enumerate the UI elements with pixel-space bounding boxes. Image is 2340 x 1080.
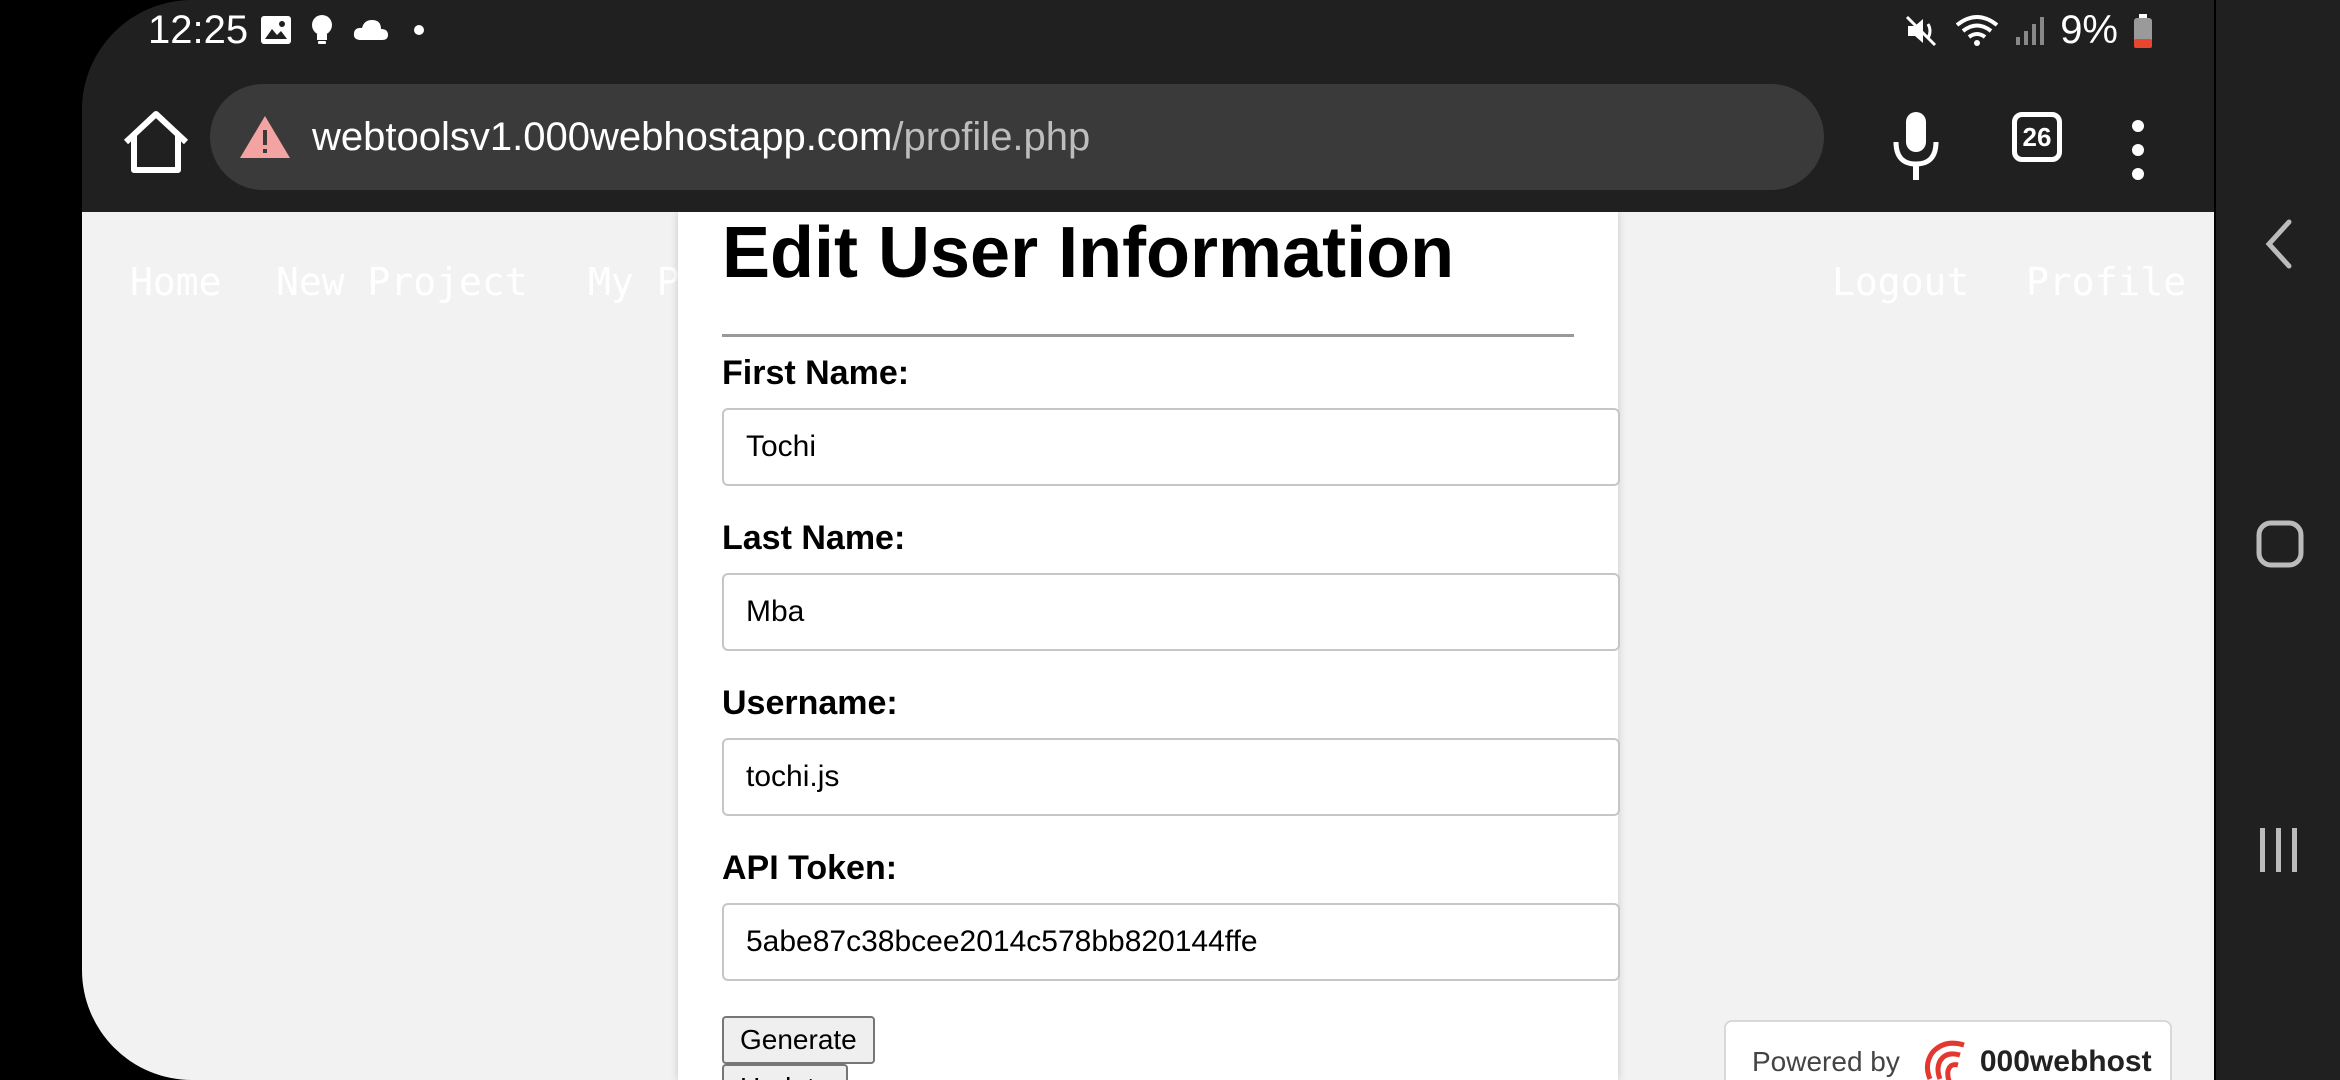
first-name-label: First Name: — [722, 354, 910, 392]
nav-my-projects-link[interactable]: My P — [588, 260, 680, 304]
last-name-label: Last Name: — [722, 519, 906, 557]
address-bar[interactable]: webtoolsv1.000webhostapp.com/profile.php — [210, 84, 1824, 190]
url-domain: webtoolsv1.000webhostapp.com — [312, 114, 893, 159]
image-icon — [261, 16, 291, 44]
cloud-icon — [353, 20, 388, 40]
status-time: 12:25 — [148, 8, 249, 52]
wifi-icon — [1955, 14, 1999, 46]
mute-icon — [1906, 15, 1937, 46]
nav-new-project-link[interactable]: New Project — [276, 260, 528, 304]
signal-icon — [2016, 16, 2045, 45]
api-token-input[interactable] — [722, 903, 1620, 981]
url-path: /profile.php — [892, 114, 1091, 159]
status-bar: 12:25 9% — [82, 0, 2214, 64]
more-menu-icon[interactable] — [2126, 114, 2150, 186]
first-name-input[interactable] — [722, 408, 1620, 486]
title-divider — [722, 334, 1574, 337]
battery-icon — [2134, 13, 2152, 48]
nav-profile-link[interactable]: Profile — [2026, 260, 2186, 304]
nav-logout-link[interactable]: Logout — [1832, 260, 1969, 304]
api-token-label: API Token: — [722, 849, 898, 887]
powered-brand: 000webhost — [1979, 1045, 2152, 1078]
browser-toolbar: webtoolsv1.000webhostapp.com/profile.php… — [82, 64, 2214, 210]
powered-by-badge[interactable]: Powered by 000webhost — [1724, 1020, 2172, 1080]
powered-by-text: Powered by — [1752, 1046, 1900, 1077]
device-screen: 12:25 9% webtoolsv1.000webhostapp.com/pr… — [82, 0, 2214, 1080]
url-text[interactable]: webtoolsv1.000webhostapp.com/profile.php — [312, 115, 1090, 160]
lightbulb-icon — [312, 15, 332, 44]
home-button[interactable] — [118, 108, 194, 176]
username-label: Username: — [722, 684, 898, 722]
edit-user-card: Edit User Information First Name: Last N… — [678, 212, 1620, 1080]
recent-apps-icon[interactable] — [2256, 826, 2302, 874]
battery-percent: 9% — [2060, 8, 2118, 52]
system-navigation-bar — [2214, 0, 2340, 1080]
generate-button[interactable]: Generate — [722, 1016, 875, 1064]
nav-home-link[interactable]: Home — [130, 260, 222, 304]
update-button[interactable]: Update — [722, 1064, 849, 1080]
dot-icon — [414, 25, 424, 35]
status-right: 9% — [1904, 8, 2154, 53]
back-icon[interactable] — [2261, 218, 2297, 270]
warning-icon[interactable] — [238, 114, 292, 160]
last-name-input[interactable] — [722, 573, 1620, 651]
tab-switcher-button[interactable]: 26 — [2012, 112, 2062, 162]
status-notification-icons — [260, 14, 430, 46]
form-title: Edit User Information — [722, 213, 1455, 293]
username-input[interactable] — [722, 738, 1620, 816]
web-content: Home New Project My P Logout Profile Edi… — [82, 212, 2214, 1080]
tab-count: 26 — [2022, 121, 2052, 152]
home-nav-icon[interactable] — [2256, 520, 2304, 568]
microphone-icon[interactable] — [1886, 108, 1946, 188]
000webhost-logo-icon — [1924, 1040, 1965, 1080]
